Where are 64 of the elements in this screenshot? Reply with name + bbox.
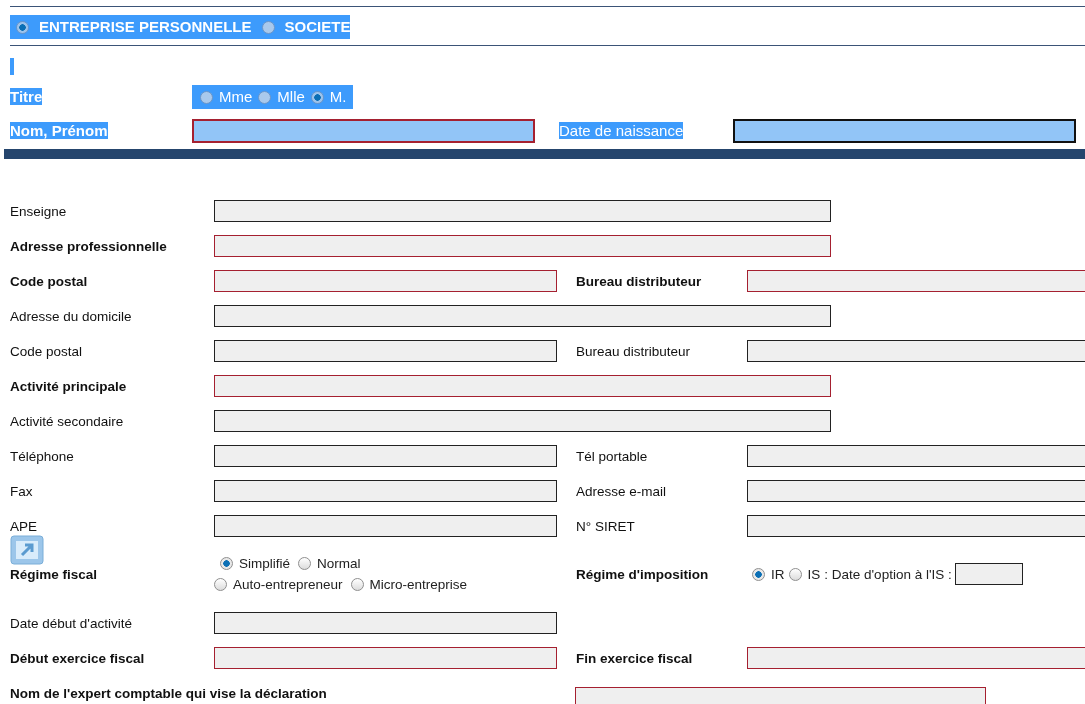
field-label: Adresse professionnelle <box>10 238 167 254</box>
input-field[interactable] <box>747 444 1085 467</box>
radio-button[interactable] <box>16 20 29 34</box>
field-label: Code postal <box>10 343 83 359</box>
radio-button[interactable] <box>350 578 364 591</box>
radio-button[interactable] <box>200 90 213 104</box>
field-label: Adresse du domicile <box>10 308 132 324</box>
option-label: IS <box>807 566 821 582</box>
field-label: Enseigne <box>10 203 67 219</box>
field-label: N° SIRET <box>576 518 635 534</box>
input-field[interactable] <box>214 409 831 432</box>
birth-date-field[interactable] <box>733 119 1076 143</box>
input-field[interactable] <box>214 339 557 362</box>
option-label: Auto-entrepreneur <box>233 577 343 592</box>
field-label: Activité secondaire <box>10 413 124 429</box>
input-field[interactable] <box>214 611 557 634</box>
input-field[interactable] <box>214 234 831 257</box>
input-field[interactable] <box>747 339 1085 362</box>
radio-button[interactable] <box>298 557 311 570</box>
field-label: Bureau distributeur <box>576 273 702 289</box>
option-label: Simplifié <box>239 556 290 571</box>
field-label: Bureau distributeur <box>576 343 691 359</box>
field-label: Code postal <box>10 273 88 289</box>
input-field[interactable] <box>214 479 557 502</box>
input-field[interactable] <box>214 269 557 292</box>
radio-button[interactable] <box>788 567 802 581</box>
option-label: Normal <box>317 556 361 571</box>
field-label: Nom de l'expert comptable qui vise la déclaration <box>10 685 327 701</box>
radio-button[interactable] <box>258 90 272 104</box>
field-label: Activité principale <box>10 378 127 394</box>
field-label: Nom, Prénom <box>10 122 108 139</box>
field-label: Date début d'activité <box>10 615 132 631</box>
radio-button[interactable] <box>261 20 275 34</box>
field-label: Adresse e-mail <box>576 483 667 499</box>
text-cursor <box>10 58 14 75</box>
option-label: Micro-entreprise <box>369 577 468 592</box>
field-label: Téléphone <box>10 448 74 464</box>
field-label: Régime fiscal <box>10 567 98 582</box>
field-label: Fin exercice fiscal <box>576 650 693 666</box>
option-label: IR <box>771 566 785 582</box>
input-field[interactable] <box>214 374 831 397</box>
radio-button[interactable] <box>214 578 227 591</box>
radio-button[interactable] <box>752 567 765 581</box>
option-date-field[interactable] <box>954 563 1023 585</box>
input-field[interactable] <box>747 479 1085 502</box>
option-date-label: : Date d'option à l'IS : <box>824 566 952 582</box>
field-label: Date de naissance <box>559 122 684 139</box>
field-label: Régime d'imposition <box>576 567 709 582</box>
field-label: Début exercice fiscal <box>10 650 145 666</box>
input-field[interactable] <box>214 304 831 327</box>
input-field[interactable] <box>214 514 557 537</box>
radio-button[interactable] <box>310 90 324 104</box>
input-field[interactable] <box>747 514 1085 537</box>
input-field[interactable] <box>214 444 557 467</box>
input-field[interactable] <box>214 646 557 669</box>
field-label: Titre <box>10 88 43 105</box>
name-field[interactable] <box>192 119 535 143</box>
input-field[interactable] <box>214 199 831 222</box>
field-label: APE <box>10 518 37 534</box>
field-label: Tél portable <box>576 448 648 464</box>
radio-button[interactable] <box>220 557 233 570</box>
field-label: Fax <box>10 483 33 499</box>
input-field[interactable] <box>747 269 1085 292</box>
input-field[interactable] <box>747 646 1085 669</box>
